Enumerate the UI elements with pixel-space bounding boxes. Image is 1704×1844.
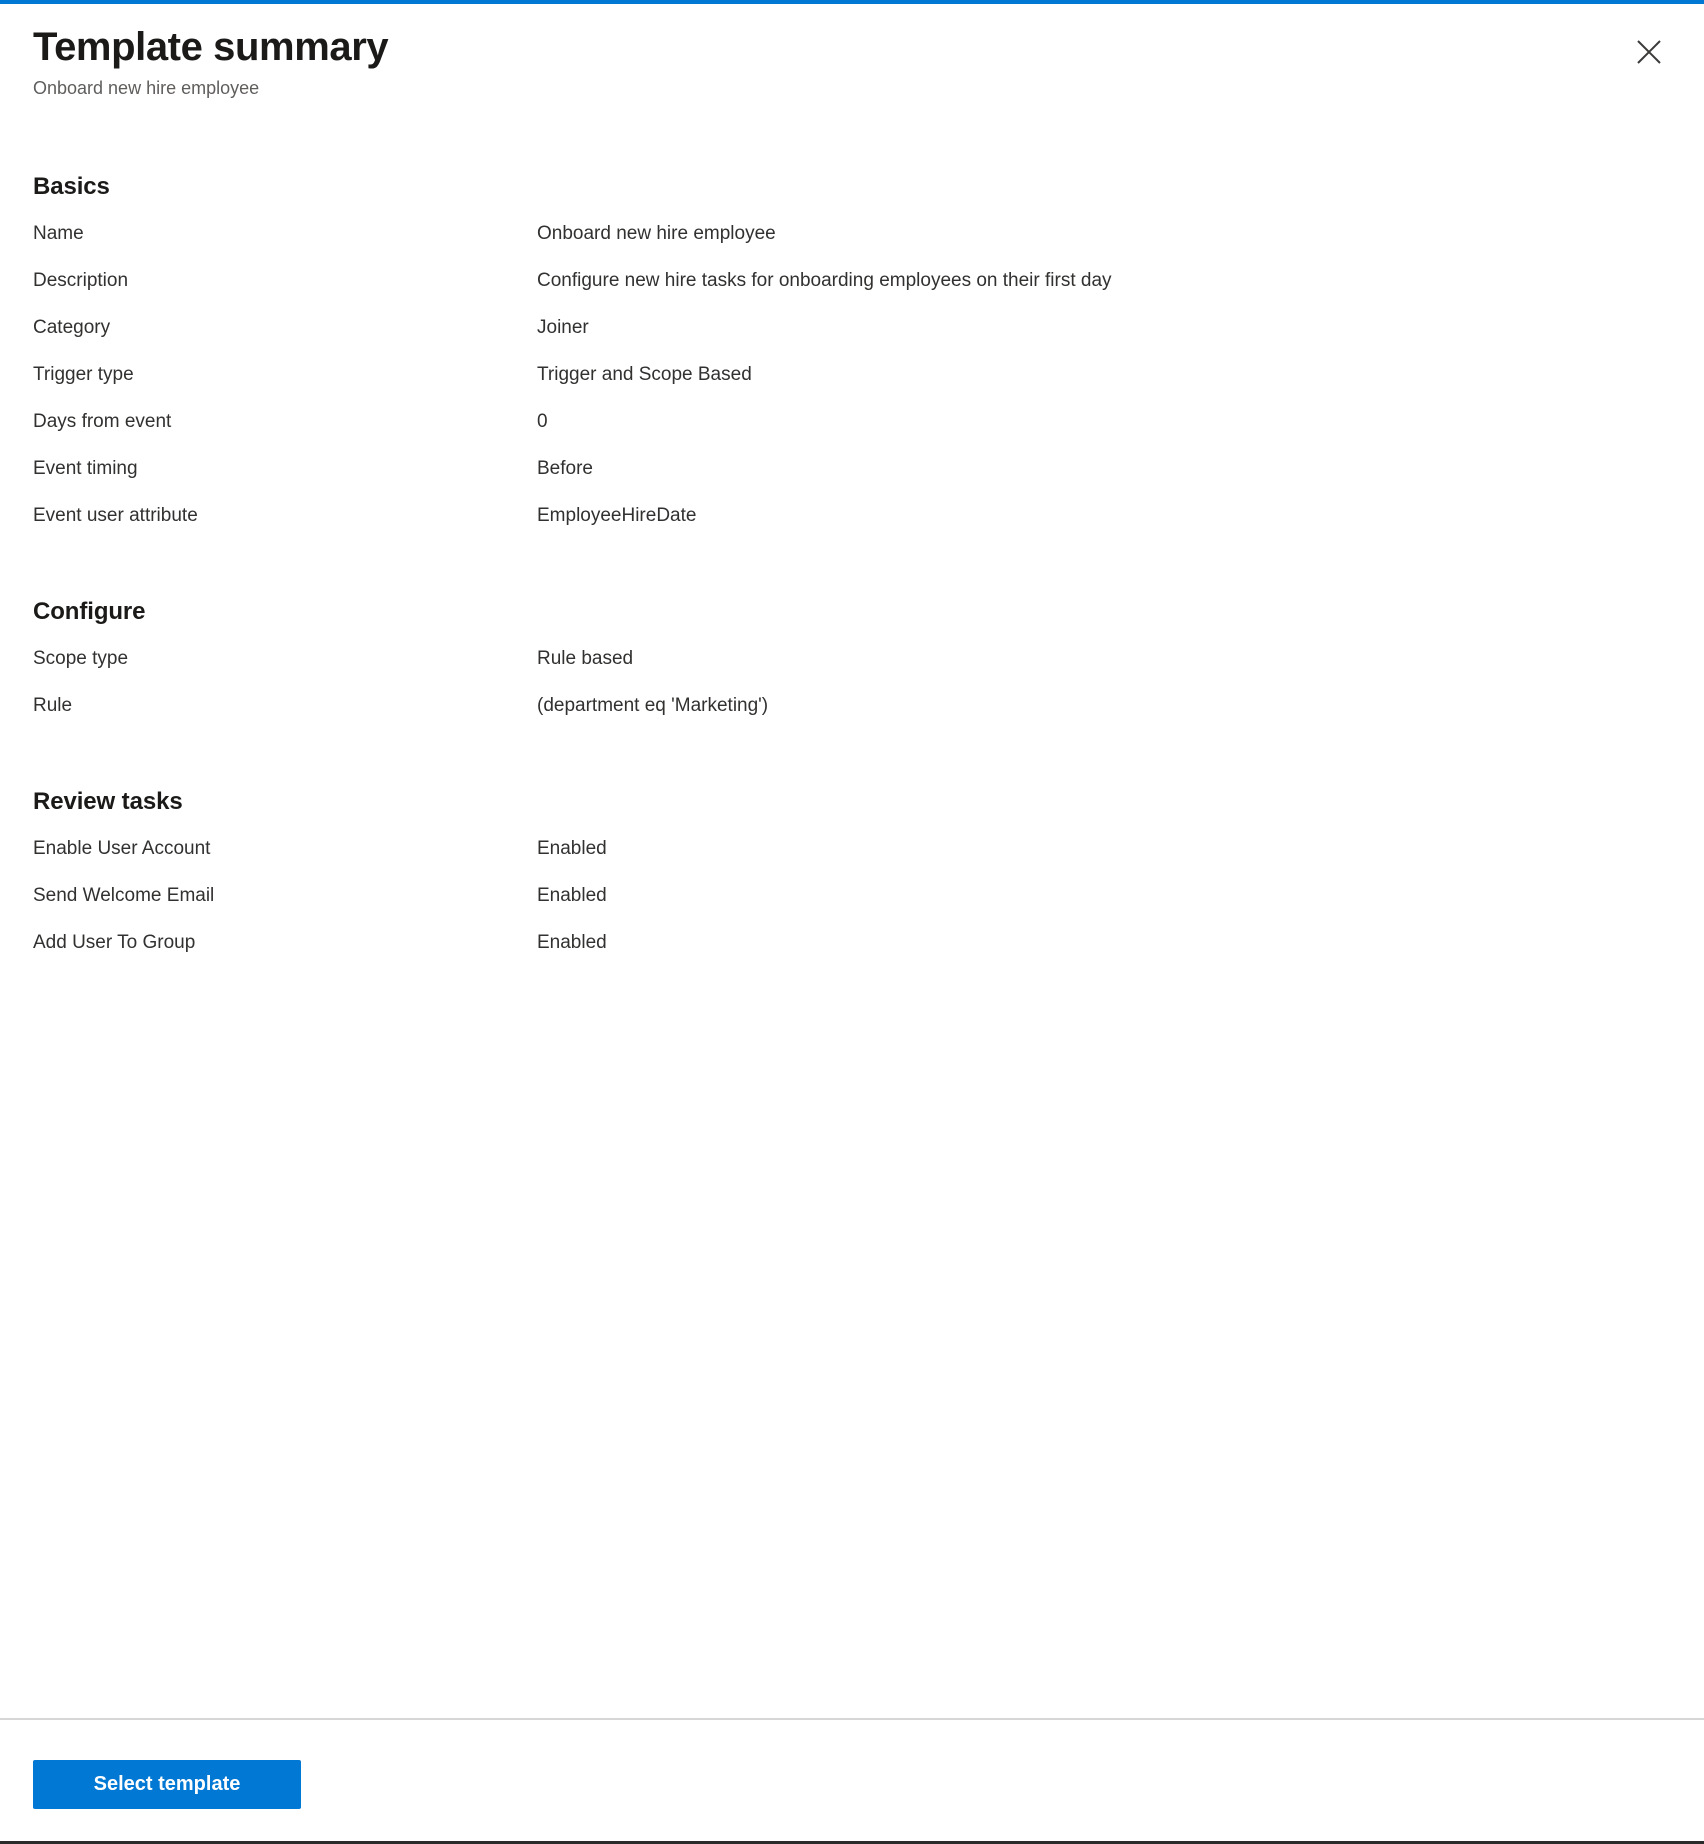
summary-row-add-user-to-group: Add User To Group Enabled [33, 930, 1671, 977]
row-label: Description [33, 270, 129, 291]
row-label: Event user attribute [33, 505, 198, 526]
row-value: Enabled [537, 838, 607, 859]
row-value: Rule based [537, 648, 634, 669]
row-value: Onboard new hire employee [537, 223, 776, 244]
close-icon [1636, 39, 1662, 65]
summary-content: Basics Name Onboard new hire employee De… [0, 101, 1704, 1718]
row-value: Enabled [537, 885, 607, 906]
row-value: Enabled [537, 932, 607, 953]
row-label: Send Welcome Email [33, 885, 215, 906]
summary-row-days-from-event: Days from event 0 [33, 409, 1671, 456]
summary-row-trigger-type: Trigger type Trigger and Scope Based [33, 362, 1671, 409]
page-subtitle: Onboard new hire employee [33, 78, 260, 98]
summary-row-name: Name Onboard new hire employee [33, 221, 1671, 268]
row-value: (department eq 'Marketing') [537, 695, 769, 716]
summary-row-rule: Rule (department eq 'Marketing') [33, 693, 1671, 740]
section-basics: Basics Name Onboard new hire employee De… [33, 101, 1671, 550]
section-heading-review-tasks: Review tasks [33, 788, 183, 815]
summary-row-send-welcome-email: Send Welcome Email Enabled [33, 883, 1671, 930]
row-value: 0 [537, 411, 548, 432]
row-label: Enable User Account [33, 838, 211, 859]
select-template-button[interactable]: Select template [33, 1760, 301, 1809]
row-label: Category [33, 317, 111, 338]
close-button[interactable] [1621, 24, 1677, 80]
row-label: Event timing [33, 458, 138, 479]
summary-row-scope-type: Scope type Rule based [33, 646, 1671, 693]
section-review-tasks: Review tasks Enable User Account Enabled… [33, 740, 1671, 977]
row-label: Name [33, 223, 84, 244]
page-title: Template summary [33, 25, 389, 69]
row-label: Add User To Group [33, 932, 196, 953]
summary-row-event-timing: Event timing Before [33, 456, 1671, 503]
row-value: EmployeeHireDate [537, 505, 697, 526]
summary-row-enable-user-account: Enable User Account Enabled [33, 836, 1671, 883]
blade-footer: Select template [0, 1718, 1704, 1844]
template-summary-blade: Template summary Onboard new hire employ… [0, 4, 1704, 1844]
summary-row-event-user-attribute: Event user attribute EmployeeHireDate [33, 503, 1671, 550]
row-label: Rule [33, 695, 73, 716]
summary-row-category: Category Joiner [33, 315, 1671, 362]
row-label: Trigger type [33, 364, 134, 385]
row-value: Trigger and Scope Based [537, 364, 752, 385]
row-label: Scope type [33, 648, 129, 669]
row-label: Days from event [33, 411, 172, 432]
summary-row-description: Description Configure new hire tasks for… [33, 268, 1671, 315]
blade-header: Template summary Onboard new hire employ… [0, 4, 1704, 101]
section-heading-basics: Basics [33, 173, 110, 200]
row-value: Before [537, 458, 593, 479]
row-value: Configure new hire tasks for onboarding … [537, 270, 1112, 291]
row-value: Joiner [537, 317, 589, 338]
section-heading-configure: Configure [33, 598, 146, 625]
section-configure: Configure Scope type Rule based Rule (de… [33, 550, 1671, 740]
